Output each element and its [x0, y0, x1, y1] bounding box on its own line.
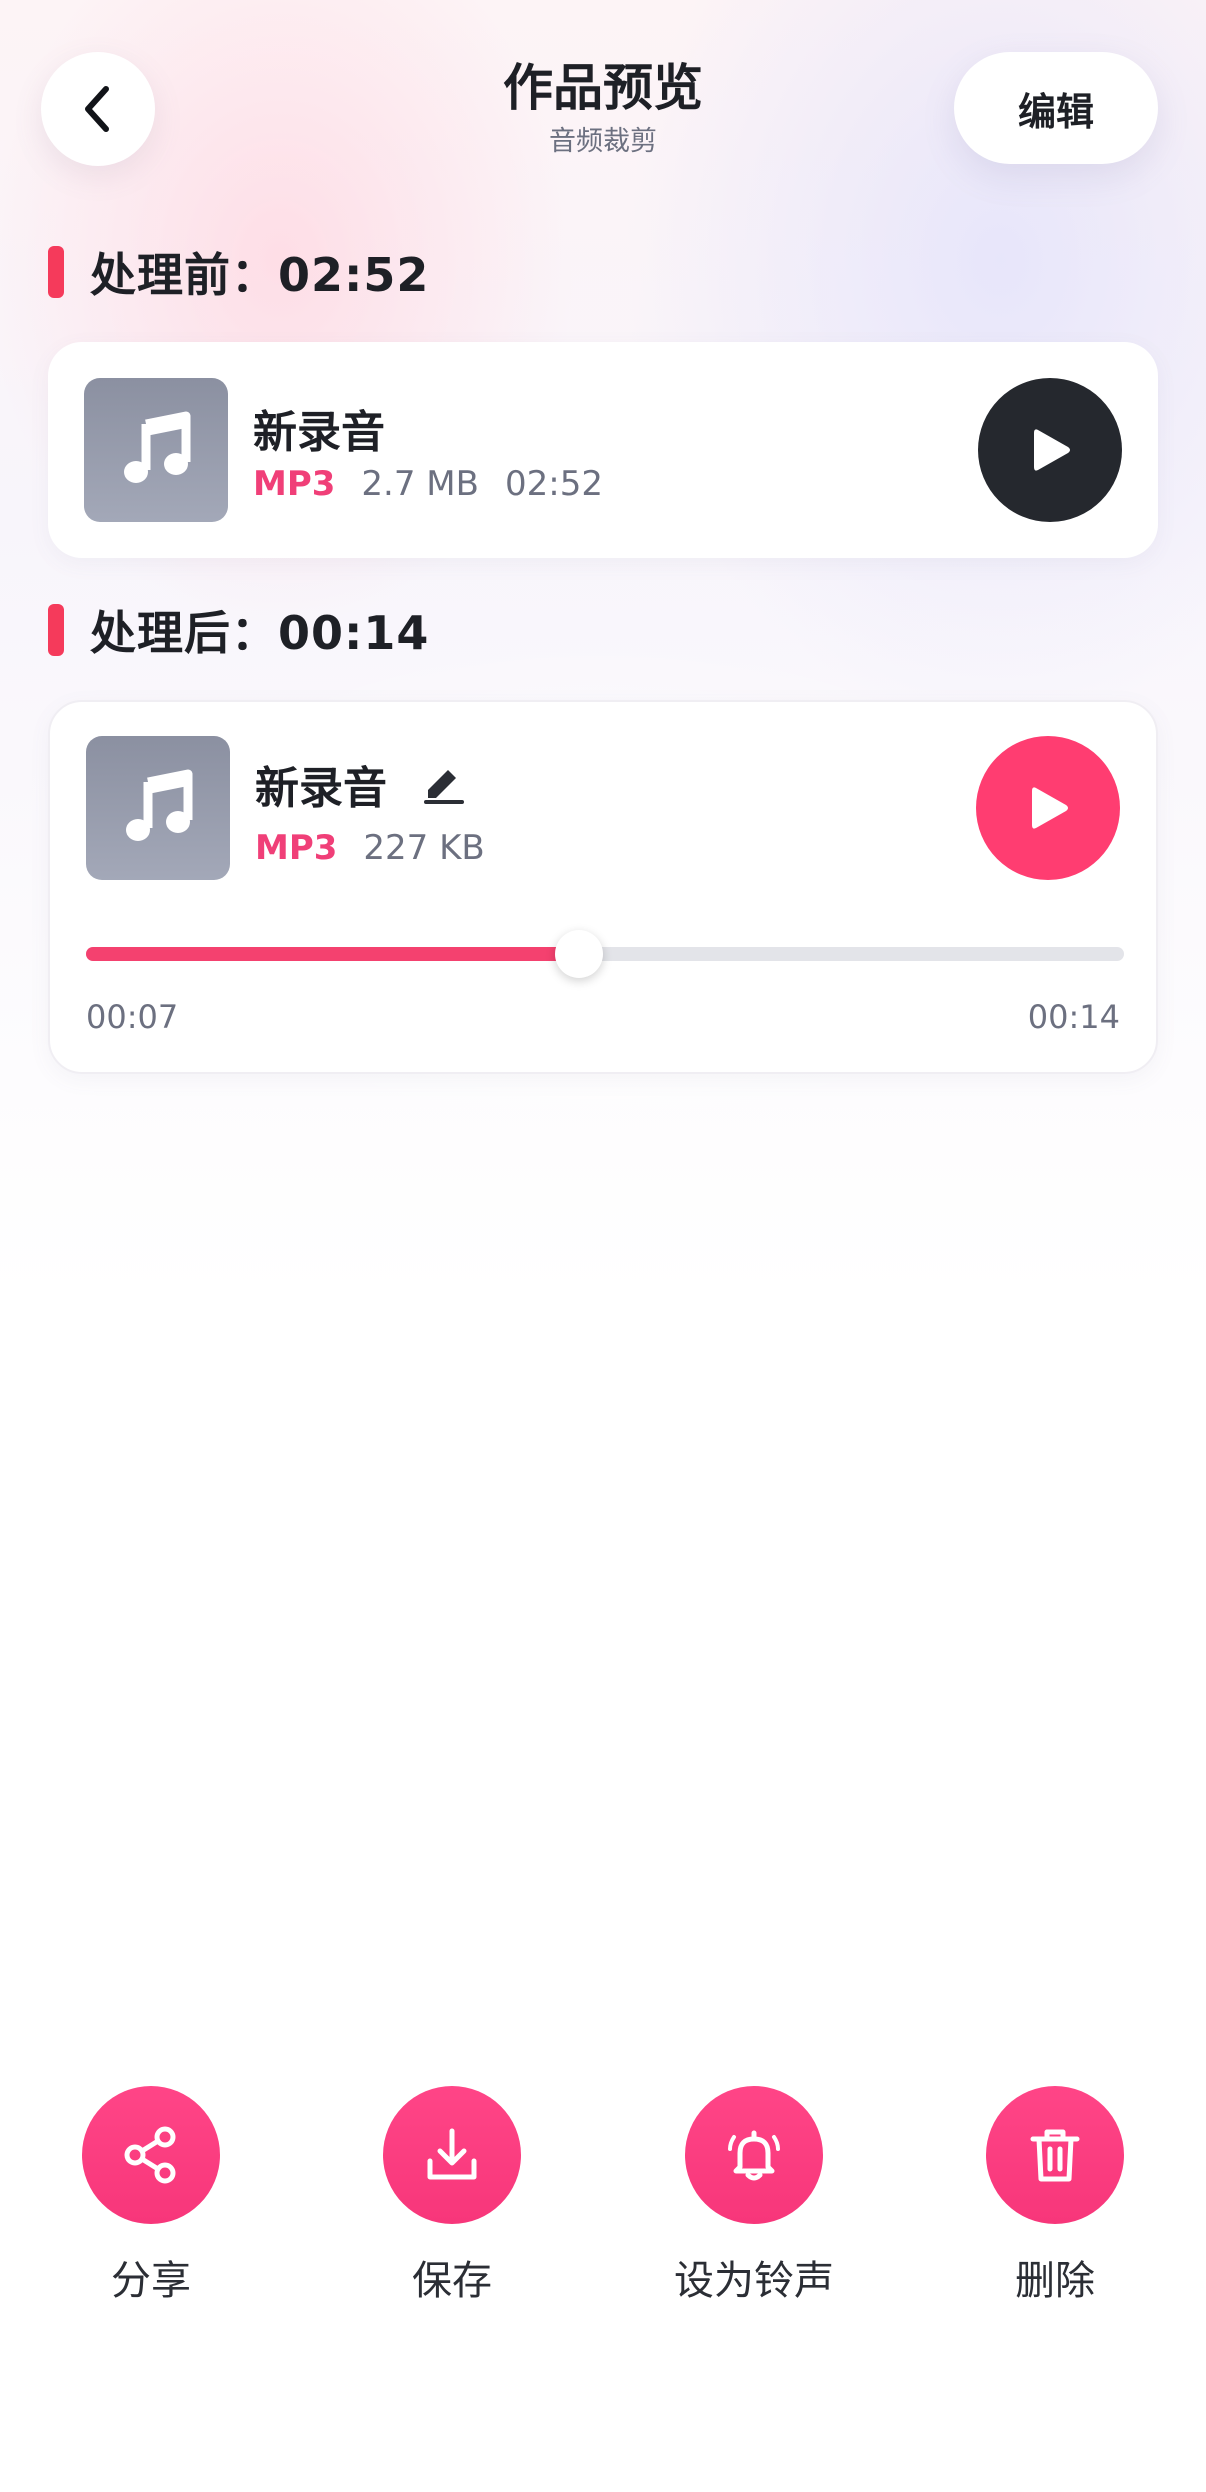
recording-name: 新录音 [253, 407, 385, 458]
section-before-label: 处理前：02:52 [90, 248, 430, 302]
delete-button[interactable] [986, 2086, 1124, 2224]
format-label: MP3 [253, 464, 336, 504]
set-ringtone-action[interactable]: 设为铃声 [644, 2086, 864, 2306]
delete-label: 删除 [1015, 2258, 1095, 2304]
page-subtitle: 音频裁剪 [549, 126, 657, 157]
set-ringtone-label: 设为铃声 [674, 2258, 834, 2304]
music-note-icon [126, 769, 193, 841]
download-icon [427, 2128, 477, 2180]
total-time: 00:14 [1027, 998, 1120, 1036]
format-label: MP3 [255, 828, 338, 868]
recording-name: 新录音 [255, 763, 387, 814]
share-icon [124, 2126, 176, 2184]
rename-button[interactable] [418, 756, 468, 806]
section-accent-bar [48, 604, 64, 656]
play-icon [1032, 787, 1068, 829]
progress-fill [86, 947, 579, 961]
section-after-header: 处理后：00:14 [48, 602, 429, 660]
recording-meta: MP3 227 KB [255, 828, 485, 868]
save-button[interactable] [383, 2086, 521, 2224]
progress-knob[interactable] [555, 930, 603, 978]
processed-audio-card[interactable]: 新录音 MP3 227 KB 00:07 00:14 [48, 700, 1158, 1074]
edit-button[interactable]: 编辑 [954, 52, 1158, 164]
share-label: 分享 [111, 2258, 191, 2304]
music-note-icon [124, 411, 191, 483]
share-action[interactable]: 分享 [41, 2086, 261, 2306]
audio-thumbnail [86, 736, 230, 880]
original-audio-card[interactable]: 新录音 MP3 2.7 MB 02:52 [48, 342, 1158, 558]
section-before-header: 处理前：02:52 [48, 244, 429, 302]
header-title-group: 作品预览 音频裁剪 [300, 56, 906, 160]
pencil-icon [424, 770, 464, 804]
file-size: 227 KB [363, 828, 485, 868]
section-after-label: 处理后：00:14 [90, 606, 430, 660]
page-title: 作品预览 [503, 59, 703, 117]
delete-action[interactable]: 删除 [945, 2086, 1165, 2306]
play-processed-button[interactable] [976, 736, 1120, 880]
progress-slider[interactable] [86, 930, 1124, 978]
play-original-button[interactable] [978, 378, 1122, 522]
file-duration: 02:52 [504, 464, 603, 504]
play-icon [1034, 429, 1070, 471]
set-ringtone-button[interactable] [685, 2086, 823, 2224]
file-size: 2.7 MB [361, 464, 479, 504]
section-accent-bar [48, 246, 64, 298]
current-time: 00:07 [86, 998, 179, 1036]
bell-icon [728, 2130, 780, 2181]
save-action[interactable]: 保存 [342, 2086, 562, 2306]
save-label: 保存 [412, 2258, 492, 2304]
share-button[interactable] [82, 2086, 220, 2224]
chevron-left-icon [85, 86, 109, 132]
recording-meta: MP3 2.7 MB 02:52 [253, 464, 603, 504]
trash-icon [1030, 2129, 1080, 2182]
back-button[interactable] [41, 52, 155, 166]
audio-thumbnail [84, 378, 228, 522]
